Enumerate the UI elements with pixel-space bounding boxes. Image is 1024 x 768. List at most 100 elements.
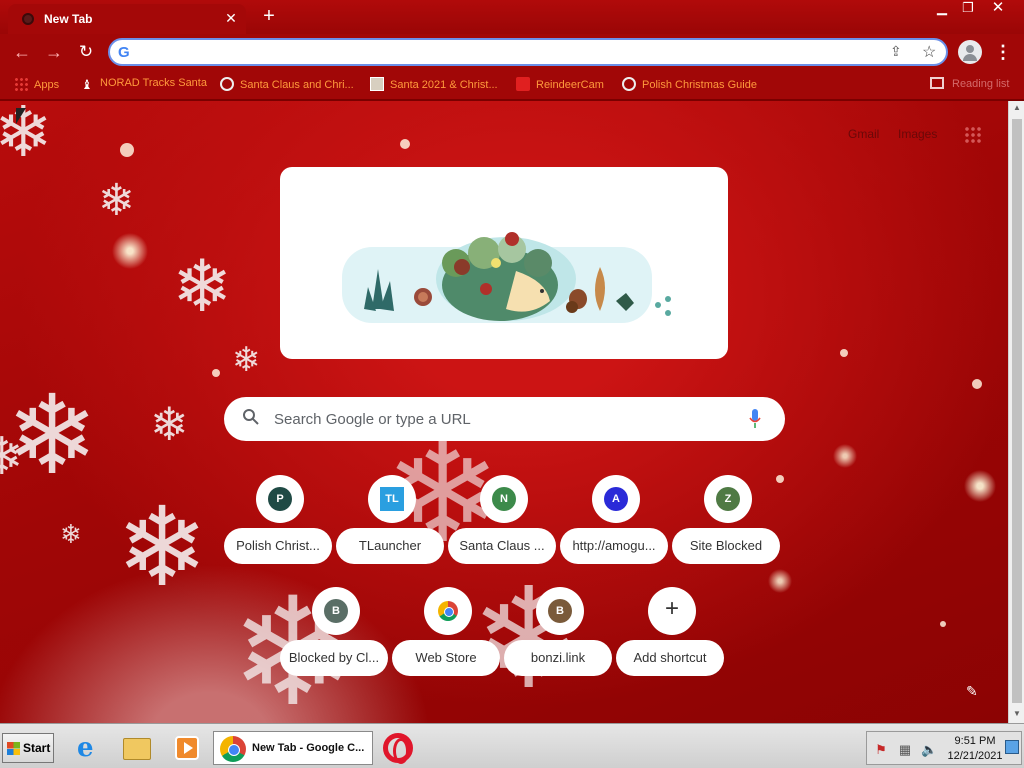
thumbnail-icon bbox=[370, 77, 384, 91]
shortcut-label: Polish Christ... bbox=[224, 528, 332, 564]
bookmark-santa-claus[interactable]: Santa Claus and Chri... bbox=[220, 77, 354, 93]
globe-icon bbox=[622, 77, 636, 91]
back-button[interactable]: ← bbox=[10, 41, 34, 65]
taskbar-chrome-window[interactable]: New Tab - Google C... bbox=[213, 731, 373, 765]
sparkle-decoration bbox=[120, 143, 134, 157]
reload-button[interactable]: ↻ bbox=[74, 41, 98, 65]
tab-close-icon[interactable]: ✕ bbox=[222, 9, 240, 27]
shortcut-label: Blocked by Cl... bbox=[280, 640, 388, 676]
bookmark-label: ReindeerCam bbox=[536, 79, 604, 91]
shortcut-tile[interactable]: Web Store bbox=[392, 587, 504, 687]
bookmark-polish-guide[interactable]: Polish Christmas Guide bbox=[622, 77, 757, 93]
microphone-icon[interactable] bbox=[748, 408, 762, 430]
page-scrollbar[interactable]: ▲ ▼ bbox=[1008, 101, 1024, 723]
snowflake-decoration: ❄ bbox=[150, 398, 189, 450]
tab-title: New Tab bbox=[44, 12, 93, 26]
norad-icon: ♝ bbox=[81, 77, 93, 92]
shortcut-label: Add shortcut bbox=[616, 640, 724, 676]
bookmark-santa-2021[interactable]: Santa 2021 & Christ... bbox=[370, 77, 498, 93]
shortcut-icon-circle: Z bbox=[704, 475, 752, 523]
snowflake-decoration: ❄ bbox=[116, 486, 209, 609]
plus-icon: + bbox=[664, 595, 679, 622]
search-input[interactable] bbox=[274, 409, 734, 429]
shortcut-icon-circle: P bbox=[256, 475, 304, 523]
sparkle-decoration bbox=[212, 369, 220, 377]
bookmark-label: Santa 2021 & Christ... bbox=[390, 79, 498, 91]
shortcut-tile[interactable]: Z Site Blocked bbox=[672, 475, 784, 575]
browser-menu-button[interactable]: ⋮ bbox=[994, 42, 1012, 64]
shortcut-tile[interactable]: B bonzi.link bbox=[504, 587, 616, 687]
bookmark-label: Apps bbox=[34, 79, 60, 91]
scrollbar-thumb[interactable] bbox=[1012, 119, 1022, 703]
scroll-up-arrow-icon[interactable]: ▲ bbox=[1011, 103, 1023, 115]
shortcut-tile[interactable]: A http://amogu... bbox=[560, 475, 672, 575]
new-tab-page: ❄ ❄ ❄ ❄ ❄ ❄ ❄ ❄ ❄ ❄ ❄ ❄ Gmail Images bbox=[0, 101, 1008, 723]
start-label: Start bbox=[23, 741, 51, 755]
shortcut-tile[interactable]: TL TLauncher bbox=[336, 475, 448, 575]
file-explorer-icon[interactable] bbox=[122, 733, 152, 763]
new-tab-button[interactable]: + bbox=[258, 6, 280, 28]
action-center-flag-icon[interactable]: ⚑ bbox=[873, 742, 889, 758]
show-desktop-icon[interactable] bbox=[1005, 740, 1019, 754]
start-button[interactable]: Start bbox=[2, 733, 54, 763]
sparkle-decoration bbox=[972, 379, 982, 389]
taskbar-window-title: New Tab - Google C... bbox=[252, 742, 365, 754]
minimize-button[interactable]: ▁ bbox=[928, 0, 956, 18]
bookmark-label: Santa Claus and Chri... bbox=[240, 79, 354, 91]
opera-icon[interactable] bbox=[382, 733, 413, 764]
restore-button[interactable]: ❐ bbox=[954, 0, 982, 18]
google-apps-icon[interactable] bbox=[964, 126, 982, 144]
apps-grid-icon bbox=[14, 77, 28, 91]
images-link[interactable]: Images bbox=[898, 127, 937, 141]
gmail-link[interactable]: Gmail bbox=[848, 127, 879, 141]
bookmark-star-icon[interactable]: ☆ bbox=[922, 42, 936, 62]
bookmarks-bar: Apps ♝ NORAD Tracks Santa Santa Claus and… bbox=[0, 70, 1024, 100]
shortcut-tile[interactable]: B Blocked by Cl... bbox=[280, 587, 392, 687]
sparkle-decoration bbox=[400, 139, 410, 149]
sparkle-decoration bbox=[940, 621, 946, 627]
letter-avatar-icon: N bbox=[492, 487, 516, 511]
shortcut-label: http://amogu... bbox=[560, 528, 668, 564]
letter-avatar-icon: A bbox=[604, 487, 628, 511]
volume-icon[interactable]: 🔈 bbox=[921, 742, 937, 758]
scroll-down-arrow-icon[interactable]: ▼ bbox=[1011, 709, 1023, 721]
snowflake-decoration: ❄ bbox=[98, 176, 135, 225]
shortcut-icon-circle: B bbox=[312, 587, 360, 635]
bookmark-norad[interactable]: ♝ NORAD Tracks Santa bbox=[80, 77, 207, 93]
search-icon bbox=[243, 409, 259, 425]
browser-toolbar: ← → ↻ G ⇪ ☆ ⋮ bbox=[0, 34, 1024, 70]
tab-new-tab[interactable]: New Tab ✕ bbox=[8, 4, 246, 34]
reindeer-icon bbox=[516, 77, 530, 91]
reading-list-button[interactable]: Reading list bbox=[930, 77, 1009, 93]
media-player-icon[interactable] bbox=[172, 733, 202, 763]
shortcut-tile[interactable]: N Santa Claus ... bbox=[448, 475, 560, 575]
hedgehog-doodle-image bbox=[342, 232, 671, 323]
clock-date: 12/21/2021 bbox=[947, 750, 1003, 762]
address-input[interactable] bbox=[142, 43, 882, 61]
profile-avatar-icon[interactable] bbox=[958, 40, 982, 64]
clock[interactable]: 9:51 PM 12/21/2021 bbox=[945, 734, 1005, 764]
window-close-button[interactable]: ✕ bbox=[984, 0, 1012, 18]
letter-avatar-icon: P bbox=[268, 487, 292, 511]
address-bar[interactable]: G ⇪ ☆ bbox=[108, 38, 948, 66]
tlauncher-logo-icon: TL bbox=[380, 487, 404, 511]
google-doodle[interactable] bbox=[280, 167, 728, 359]
shortcut-icon-circle bbox=[424, 587, 472, 635]
shortcut-label: TLauncher bbox=[336, 528, 444, 564]
shortcut-tile[interactable]: P Polish Christ... bbox=[224, 475, 336, 575]
chrome-web-store-icon bbox=[438, 601, 458, 621]
bookmark-label: Polish Christmas Guide bbox=[642, 79, 757, 91]
snowflake-decoration: ❄ bbox=[0, 101, 53, 171]
shortcut-label: bonzi.link bbox=[504, 640, 612, 676]
customize-pencil-icon[interactable]: ✎ bbox=[966, 683, 986, 703]
add-shortcut-tile[interactable]: + Add shortcut bbox=[616, 587, 728, 687]
network-icon[interactable]: ▦ bbox=[897, 742, 913, 758]
bookmark-apps[interactable]: Apps bbox=[14, 77, 59, 93]
bookmark-reindeercam[interactable]: ReindeerCam bbox=[516, 77, 604, 93]
internet-explorer-icon[interactable]: e bbox=[74, 733, 104, 763]
share-icon[interactable]: ⇪ bbox=[890, 43, 902, 60]
ntp-search-box[interactable] bbox=[224, 397, 785, 441]
forward-button[interactable]: → bbox=[42, 41, 66, 65]
shortcut-icon-circle: B bbox=[536, 587, 584, 635]
clock-time: 9:51 PM bbox=[954, 735, 996, 747]
